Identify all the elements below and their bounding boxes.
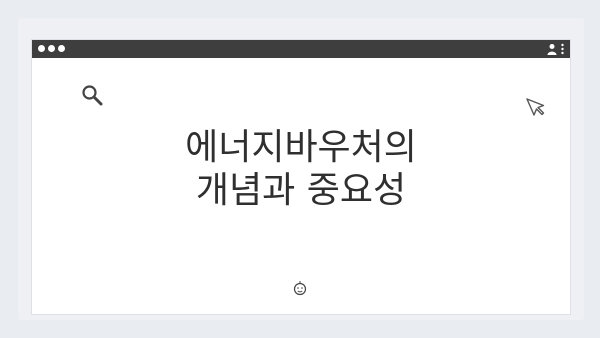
slide-title-line-1: 에너지바우처의 (185, 127, 417, 168)
user-icon[interactable] (547, 43, 557, 55)
slide-title: 에너지바우처의 개념과 중요성 (32, 126, 570, 212)
search-icon (82, 85, 103, 106)
cursor-arrow-icon (526, 98, 545, 116)
slide-title-line-2: 개념과 중요성 (195, 170, 407, 211)
titlebar-actions (547, 43, 564, 55)
window-titlebar (32, 40, 570, 58)
smiley-face-icon (293, 281, 307, 296)
window-dot-icon[interactable] (48, 45, 55, 52)
window-dot-icon[interactable] (38, 45, 45, 52)
window-control-dots[interactable] (38, 45, 65, 52)
more-vertical-icon[interactable] (561, 43, 564, 55)
window-dot-icon[interactable] (58, 45, 65, 52)
